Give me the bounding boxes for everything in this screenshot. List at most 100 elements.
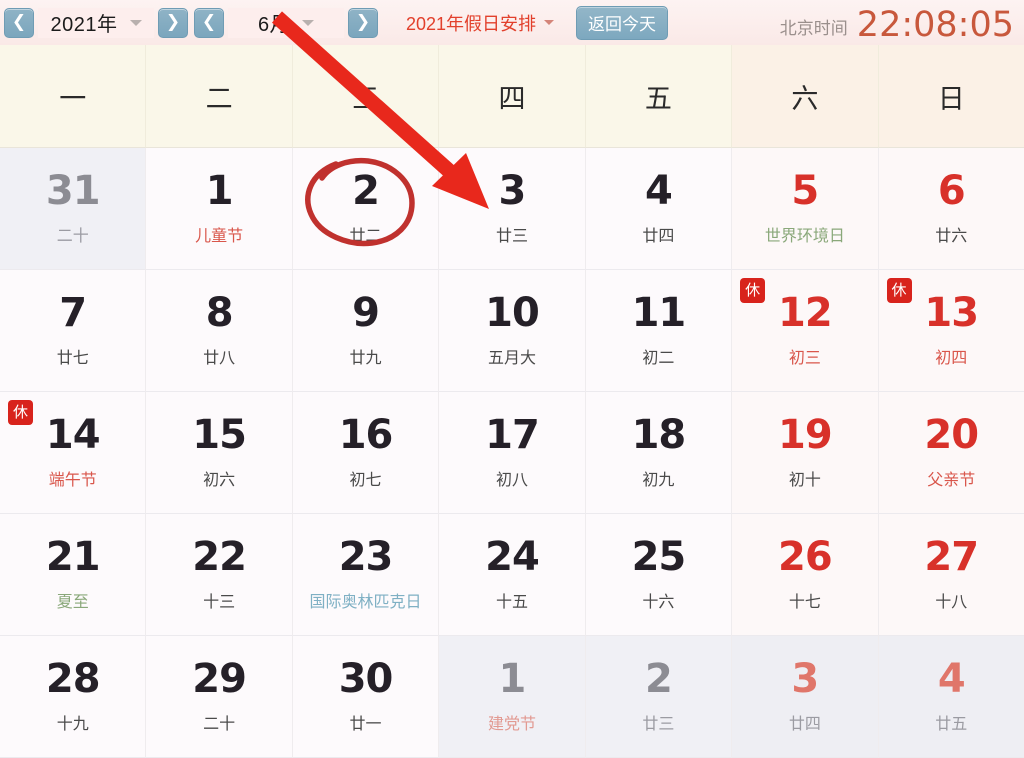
day-cell-31[interactable]: 31 二十 [0, 148, 147, 270]
day-cell-28[interactable]: 28 十九 [0, 636, 147, 758]
day-cell-22[interactable]: 22 十三 [146, 514, 293, 636]
calendar-week-row: 休 14 端午节 15 初六 16 初七 17 初八 18 初九 19 初十 20 父亲节 [0, 392, 1024, 514]
clock-time: 22:08:05 [856, 4, 1014, 45]
weekday-header-5: 五 [585, 45, 733, 148]
day-cell-14[interactable]: 休 14 端午节 [0, 392, 147, 514]
calendar-week-row: 7 廿七 8 廿八 9 廿九 10 五月大 11 初二 休 12 初三 休 13 初四 [0, 270, 1024, 392]
day-sublabel: 十三 [203, 592, 236, 611]
next-month-button[interactable]: ❯ [348, 7, 378, 38]
day-sublabel: 廿九 [349, 348, 382, 367]
next-year-button[interactable]: ❯ [158, 7, 188, 38]
year-value: 2021年 [50, 14, 118, 36]
day-cell-19[interactable]: 19 初十 [732, 392, 879, 514]
day-number: 22 [192, 534, 247, 580]
day-cell-26[interactable]: 26 十七 [732, 514, 879, 636]
day-sublabel: 初七 [349, 470, 382, 489]
day-cell-30[interactable]: 30 廿一 [292, 636, 440, 758]
day-cell-11[interactable]: 11 初二 [585, 270, 733, 392]
calendar-weeks: 31 二十 1 儿童节 2 廿二 3 廿三 4 廿四 5 世界环境日 6 廿六 7 廿七 8 廿八 9 廿九 10 五月大… [0, 148, 1024, 758]
chevron-down-icon [302, 19, 315, 26]
prev-year-button[interactable]: ❮ [4, 7, 34, 38]
day-sublabel: 二十 [203, 714, 236, 733]
prev-month-button[interactable]: ❮ [194, 7, 224, 38]
day-cell-1[interactable]: 1 儿童节 [146, 148, 293, 270]
day-cell-23[interactable]: 23 国际奥林匹克日 [292, 514, 440, 636]
day-number: 26 [777, 534, 833, 580]
weekday-header-1: 一 [0, 45, 147, 148]
day-cell-21[interactable]: 21 夏至 [0, 514, 147, 636]
day-number: 23 [338, 534, 394, 580]
day-number: 25 [631, 534, 687, 580]
day-cell-12[interactable]: 休 12 初三 [732, 270, 879, 392]
day-number: 3 [498, 168, 527, 214]
day-sublabel: 廿一 [349, 714, 382, 733]
month-selector[interactable]: 6月 [228, 7, 344, 38]
day-number: 29 [192, 656, 247, 702]
weekday-header-6: 六 [732, 45, 879, 148]
day-sublabel: 初十 [788, 470, 821, 489]
day-number: 7 [59, 290, 87, 336]
calendar-grid: 一二三四五六日 31 二十 1 儿童节 2 廿二 3 廿三 4 廿四 5 世界环境日 6 廿六 7 廿七 8 廿八… [0, 45, 1024, 758]
back-to-today-label: 返回今天 [588, 15, 657, 34]
day-number: 2 [352, 168, 380, 214]
day-cell-1[interactable]: 1 建党节 [439, 636, 586, 758]
day-sublabel: 廿四 [788, 714, 821, 733]
day-cell-8[interactable]: 8 廿八 [146, 270, 293, 392]
day-sublabel: 世界环境日 [764, 226, 845, 245]
day-cell-6[interactable]: 6 廿六 [878, 148, 1024, 270]
day-cell-3[interactable]: 3 廿三 [439, 148, 586, 270]
day-cell-5[interactable]: 5 世界环境日 [732, 148, 879, 270]
day-number: 11 [631, 290, 687, 336]
day-sublabel: 初三 [788, 348, 821, 367]
day-cell-10[interactable]: 10 五月大 [439, 270, 586, 392]
day-cell-18[interactable]: 18 初九 [585, 392, 733, 514]
calendar-toolbar: ❮ 2021年 ❯ ❮ 6月 ❯ 2021年假日安排 返回今天 北京时间 22:… [0, 0, 1024, 45]
day-sublabel: 廿三 [642, 714, 675, 733]
day-cell-29[interactable]: 29 二十 [146, 636, 293, 758]
day-cell-7[interactable]: 7 廿七 [0, 270, 147, 392]
chevron-down-icon [129, 19, 142, 26]
weekday-header-2: 二 [146, 45, 293, 148]
day-cell-17[interactable]: 17 初八 [439, 392, 586, 514]
day-cell-4[interactable]: 4 廿四 [585, 148, 733, 270]
day-number: 13 [924, 290, 979, 336]
day-number: 1 [205, 168, 234, 214]
day-cell-9[interactable]: 9 廿九 [292, 270, 440, 392]
day-cell-15[interactable]: 15 初六 [146, 392, 293, 514]
day-sublabel: 廿三 [495, 226, 528, 245]
day-sublabel: 五月大 [487, 348, 536, 367]
day-cell-16[interactable]: 16 初七 [292, 392, 440, 514]
rest-day-badge: 休 [740, 278, 766, 303]
day-cell-3[interactable]: 3 廿四 [732, 636, 879, 758]
day-cell-25[interactable]: 25 十六 [585, 514, 733, 636]
day-cell-20[interactable]: 20 父亲节 [878, 392, 1024, 514]
day-number: 18 [631, 412, 687, 458]
day-cell-24[interactable]: 24 十五 [439, 514, 586, 636]
day-number: 4 [644, 168, 673, 214]
day-sublabel: 十六 [642, 592, 675, 611]
day-number: 17 [485, 412, 540, 458]
day-number: 4 [937, 656, 966, 702]
day-number: 27 [924, 534, 979, 580]
day-cell-2[interactable]: 2 廿三 [585, 636, 733, 758]
day-number: 15 [192, 412, 247, 458]
weekday-header-3: 三 [292, 45, 440, 148]
day-cell-4[interactable]: 4 廿五 [878, 636, 1024, 758]
day-sublabel: 初四 [935, 348, 968, 367]
day-number: 19 [777, 412, 833, 458]
day-number: 8 [205, 290, 234, 336]
day-sublabel: 十八 [935, 592, 968, 611]
rest-day-badge: 休 [886, 278, 912, 303]
day-cell-2[interactable]: 2 廿二 [292, 148, 440, 270]
chevron-down-icon [544, 20, 555, 25]
day-sublabel: 国际奥林匹克日 [309, 592, 422, 611]
year-selector[interactable]: 2021年 [38, 7, 154, 38]
day-number: 3 [791, 656, 819, 702]
day-number: 10 [485, 290, 540, 336]
day-number: 20 [924, 412, 979, 458]
day-cell-13[interactable]: 休 13 初四 [878, 270, 1024, 392]
day-number: 1 [498, 656, 527, 702]
back-to-today-button[interactable]: 返回今天 [576, 5, 669, 40]
day-cell-27[interactable]: 27 十八 [878, 514, 1024, 636]
holiday-schedule-selector[interactable]: 2021年假日安排 [406, 10, 555, 36]
